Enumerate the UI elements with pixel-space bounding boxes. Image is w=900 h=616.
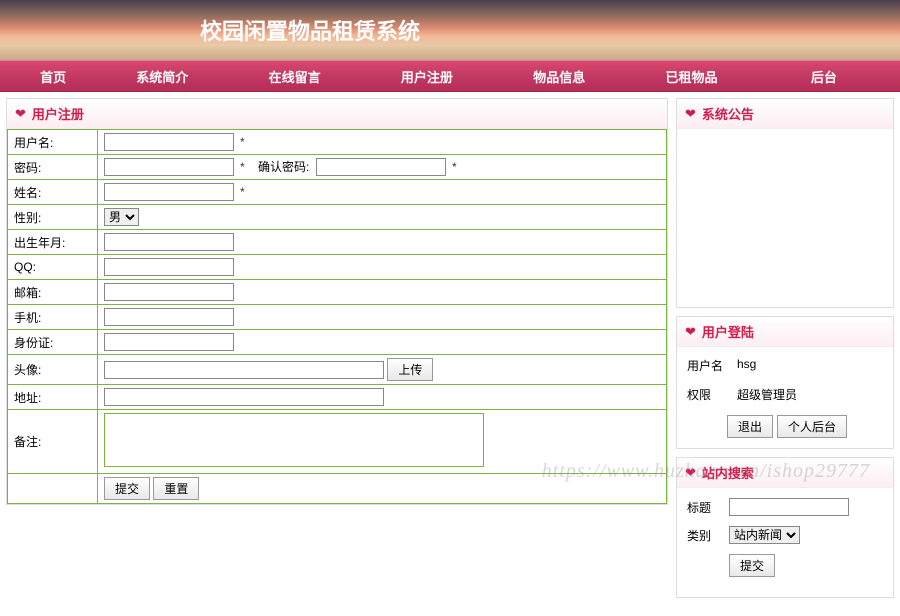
login-username-value: hsg xyxy=(737,357,756,374)
avatar-input[interactable] xyxy=(104,361,384,379)
login-panel: ❤ 用户登陆 用户名 hsg 权限 超级管理员 退出 个人后台 xyxy=(676,316,894,449)
announce-body xyxy=(677,129,893,307)
address-label: 地址: xyxy=(8,385,98,410)
search-category-select[interactable]: 站内新闻 xyxy=(729,526,800,544)
profile-button[interactable]: 个人后台 xyxy=(777,415,847,438)
main-nav: 首页 系统简介 在线留言 用户注册 物品信息 已租物品 后台 xyxy=(0,60,900,92)
address-input[interactable] xyxy=(104,388,384,406)
heart-icon: ❤ xyxy=(685,106,696,122)
nav-home[interactable]: 首页 xyxy=(10,67,96,86)
heart-icon: ❤ xyxy=(685,465,696,481)
name-input[interactable] xyxy=(104,183,234,201)
confirm-input[interactable] xyxy=(316,158,446,176)
nav-goods[interactable]: 物品信息 xyxy=(493,67,625,86)
register-form: 用户名: * 密码: * 确认密码: * 姓名: * xyxy=(7,129,667,504)
confirm-label: 确认密码: xyxy=(258,160,309,174)
logout-button[interactable]: 退出 xyxy=(727,415,773,438)
remark-label: 备注: xyxy=(8,410,98,474)
submit-button[interactable]: 提交 xyxy=(104,477,150,500)
nav-about[interactable]: 系统简介 xyxy=(96,67,228,86)
qq-input[interactable] xyxy=(104,258,234,276)
email-label: 邮箱: xyxy=(8,280,98,305)
register-panel: ❤ 用户注册 用户名: * 密码: * 确认密码: * xyxy=(6,98,668,505)
search-title: 站内搜索 xyxy=(702,463,754,482)
login-username-label: 用户名 xyxy=(687,357,737,374)
password-label: 密码: xyxy=(8,155,98,180)
remark-input[interactable] xyxy=(104,413,484,467)
register-title: 用户注册 xyxy=(32,104,84,123)
required-mark: * xyxy=(240,160,245,174)
name-label: 姓名: xyxy=(8,180,98,205)
birth-label: 出生年月: xyxy=(8,230,98,255)
username-input[interactable] xyxy=(104,133,234,151)
search-title-input[interactable] xyxy=(729,498,849,516)
email-input[interactable] xyxy=(104,283,234,301)
app-title: 校园闲置物品租赁系统 xyxy=(200,14,420,46)
required-mark: * xyxy=(452,160,457,174)
phone-label: 手机: xyxy=(8,305,98,330)
nav-message[interactable]: 在线留言 xyxy=(228,67,360,86)
reset-button[interactable]: 重置 xyxy=(153,477,199,500)
idcard-label: 身份证: xyxy=(8,330,98,355)
gender-label: 性别: xyxy=(8,205,98,230)
qq-label: QQ: xyxy=(8,255,98,280)
required-mark: * xyxy=(240,185,245,199)
search-category-label: 类别 xyxy=(687,527,729,544)
login-title: 用户登陆 xyxy=(702,322,754,341)
announce-title: 系统公告 xyxy=(702,104,754,123)
idcard-input[interactable] xyxy=(104,333,234,351)
username-label: 用户名: xyxy=(8,130,98,155)
phone-input[interactable] xyxy=(104,308,234,326)
birth-input[interactable] xyxy=(104,233,234,251)
nav-admin[interactable]: 后台 xyxy=(758,67,890,86)
heart-icon: ❤ xyxy=(15,106,26,122)
login-role-value: 超级管理员 xyxy=(737,386,797,403)
nav-register[interactable]: 用户注册 xyxy=(361,67,493,86)
search-submit-button[interactable]: 提交 xyxy=(729,554,775,577)
upload-button[interactable]: 上传 xyxy=(387,358,433,381)
banner: 校园闲置物品租赁系统 xyxy=(0,0,900,60)
nav-rented[interactable]: 已租物品 xyxy=(625,67,757,86)
search-panel: ❤ 站内搜索 标题 类别 站内新闻 提交 xyxy=(676,457,894,598)
avatar-label: 头像: xyxy=(8,355,98,385)
password-input[interactable] xyxy=(104,158,234,176)
required-mark: * xyxy=(240,135,245,149)
announce-panel: ❤ 系统公告 xyxy=(676,98,894,308)
login-role-label: 权限 xyxy=(687,386,737,403)
search-title-label: 标题 xyxy=(687,499,729,516)
gender-select[interactable]: 男 xyxy=(104,208,139,226)
heart-icon: ❤ xyxy=(685,324,696,340)
